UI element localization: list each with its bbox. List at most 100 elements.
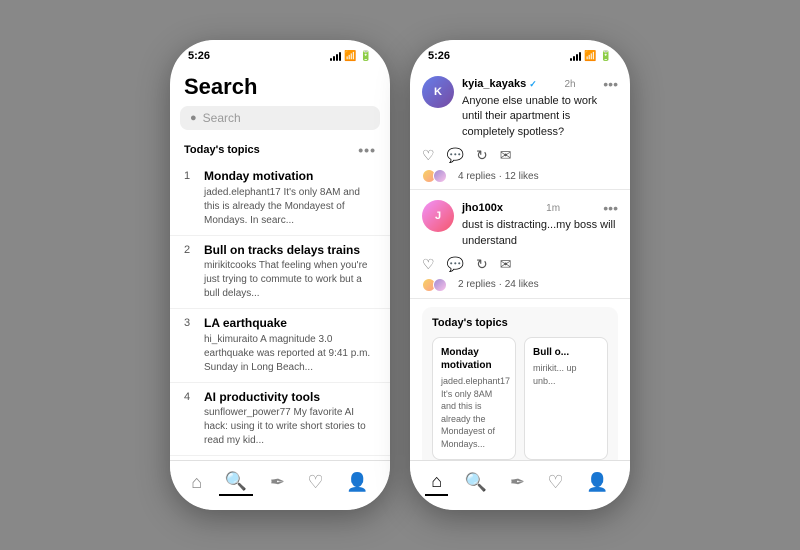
post-2-header: J jho100x 1m ••• dust is distracting...m… [422,200,618,249]
post-2-author: jho100x [462,202,503,214]
right-signal-icon [570,52,581,61]
search-bar[interactable]: ● Search [180,106,380,130]
post-2-stat-text: 2 replies · 24 likes [458,279,539,290]
trend-info-2: Bull on tracks delays trains mirikitcook… [204,243,376,302]
trend-desc-2: mirikitcooks That feeling when you're ju… [204,259,376,301]
search-bar-icon: ● [190,112,197,124]
feed-screen: K kyia_kayaks ✓ 2h ••• Anyone else unabl… [410,66,630,460]
right-bottom-nav: ⌂ 🔍 ✒ ♡ 👤 [410,460,630,510]
post-2-actions: ♡ 💬 ↻ ✉ [422,256,618,273]
post-2-repost-icon[interactable]: ↻ [476,256,488,273]
right-phone: 5:26 📶 🔋 K [410,40,630,510]
post-2-avatar: J [422,200,454,232]
trending-list: 1 Monday motivation jaded.elephant17 It'… [170,162,390,460]
right-nav-profile-icon[interactable]: 👤 [580,470,614,495]
post-1-author-row: kyia_kayaks ✓ 2h ••• [462,76,618,92]
post-1-dots[interactable]: ••• [603,76,618,92]
post-1-share-icon[interactable]: ✉ [500,147,512,164]
left-status-icons: 📶 🔋 [330,51,372,62]
post-1-header: K kyia_kayaks ✓ 2h ••• Anyone else unabl… [422,76,618,140]
post-2-stat-avatars [422,278,444,292]
trend-title-4: AI productivity tools [204,390,376,406]
trend-title-1: Monday motivation [204,169,376,185]
nav-home-icon[interactable]: ⌂ [185,470,208,495]
trend-item-3[interactable]: 3 LA earthquake hi_kimuraito A magnitude… [170,309,390,383]
post-2-comment-icon[interactable]: 💬 [447,256,464,273]
topics-card: Today's topics Monday motivation jaded.e… [422,307,618,460]
topic-card-bull[interactable]: Bull o... mirikit... up unb... [524,337,608,460]
trend-desc-1: jaded.elephant17 It's only 8AM and this … [204,186,376,228]
trending-section-dots[interactable]: ••• [358,142,376,158]
nav-compose-icon[interactable]: ✒ [264,470,291,495]
trend-title-2: Bull on tracks delays trains [204,243,376,259]
signal-icon [330,52,341,61]
trend-num-3: 3 [184,316,194,329]
nav-profile-icon[interactable]: 👤 [340,470,374,495]
post-1-stats: 4 replies · 12 likes [422,169,618,183]
trending-section-header: Today's topics ••• [170,138,390,162]
post-2-meta: jho100x 1m ••• dust is distracting...my … [462,200,618,249]
topic-monday-desc: jaded.elephant17 It's only 8AM and this … [441,375,507,451]
topic-bull-name: Bull o... [533,346,599,359]
post-1: K kyia_kayaks ✓ 2h ••• Anyone else unabl… [410,66,630,190]
search-screen: Search ● Search Today's topics ••• 1 Mon… [170,66,390,460]
trend-num-4: 4 [184,390,194,403]
post-1-comment-icon[interactable]: 💬 [447,147,464,164]
right-nav-compose-icon[interactable]: ✒ [504,470,531,495]
post-1-avatar: K [422,76,454,108]
trend-info-3: LA earthquake hi_kimuraito A magnitude 3… [204,316,376,375]
trend-info-1: Monday motivation jaded.elephant17 It's … [204,169,376,228]
trend-item-4[interactable]: 4 AI productivity tools sunflower_power7… [170,383,390,457]
post-2-share-icon[interactable]: ✉ [500,256,512,273]
post-1-author: kyia_kayaks ✓ [462,78,537,90]
post-1-stat-avatars [422,169,444,183]
trend-title-3: LA earthquake [204,316,376,332]
trend-info-4: AI productivity tools sunflower_power77 … [204,390,376,449]
nav-search-icon[interactable]: 🔍 [219,469,253,496]
right-time: 5:26 [428,50,450,62]
trending-section-title: Today's topics [184,144,260,156]
post-2-stats: 2 replies · 24 likes [422,278,618,292]
topics-grid: Monday motivation jaded.elephant17 It's … [432,337,608,460]
post-2-dots[interactable]: ••• [603,200,618,216]
post-1-text: Anyone else unable to work until their a… [462,94,618,140]
topic-monday-name: Monday motivation [441,346,507,372]
right-nav-home-icon[interactable]: ⌂ [425,469,448,496]
right-status-bar: 5:26 📶 🔋 [410,40,630,66]
post-1-meta: kyia_kayaks ✓ 2h ••• Anyone else unable … [462,76,618,140]
post-1-stat-text: 4 replies · 12 likes [458,171,539,182]
trend-item-2[interactable]: 2 Bull on tracks delays trains mirikitco… [170,236,390,310]
battery-icon: 🔋 [360,51,372,62]
post-1-repost-icon[interactable]: ↻ [476,147,488,164]
post-1-heart-icon[interactable]: ♡ [422,147,435,164]
nav-heart-icon[interactable]: ♡ [302,470,330,495]
search-input-placeholder[interactable]: Search [203,111,241,125]
post-1-actions: ♡ 💬 ↻ ✉ [422,147,618,164]
trend-item-1[interactable]: 1 Monday motivation jaded.elephant17 It'… [170,162,390,236]
topics-card-title: Today's topics [432,317,608,329]
topic-card-monday[interactable]: Monday motivation jaded.elephant17 It's … [432,337,516,460]
right-nav-search-icon[interactable]: 🔍 [459,470,493,495]
left-time: 5:26 [188,50,210,62]
trend-num-1: 1 [184,169,194,182]
left-bottom-nav: ⌂ 🔍 ✒ ♡ 👤 [170,460,390,510]
right-nav-heart-icon[interactable]: ♡ [542,470,570,495]
post-2-heart-icon[interactable]: ♡ [422,256,435,273]
post-1-verified: ✓ [529,79,537,90]
right-battery-icon: 🔋 [600,51,612,62]
post-1-stat-av-2 [433,169,447,183]
left-phone: 5:26 📶 🔋 Search ● Search [170,40,390,510]
right-status-icons: 📶 🔋 [570,51,612,62]
post-1-time: 2h [564,79,575,90]
post-2-text: dust is distracting...my boss will under… [462,218,618,249]
search-title: Search [170,66,390,106]
post-2: J jho100x 1m ••• dust is distracting...m… [410,190,630,299]
topic-bull-desc: mirikit... up unb... [533,362,599,387]
left-status-bar: 5:26 📶 🔋 [170,40,390,66]
trend-num-2: 2 [184,243,194,256]
post-2-time: 1m [546,203,560,214]
trend-desc-3: hi_kimuraito A magnitude 3.0 earthquake … [204,333,376,375]
trend-desc-4: sunflower_power77 My favorite AI hack: u… [204,406,376,448]
right-wifi-icon: 📶 [584,51,596,62]
wifi-icon: 📶 [344,51,356,62]
